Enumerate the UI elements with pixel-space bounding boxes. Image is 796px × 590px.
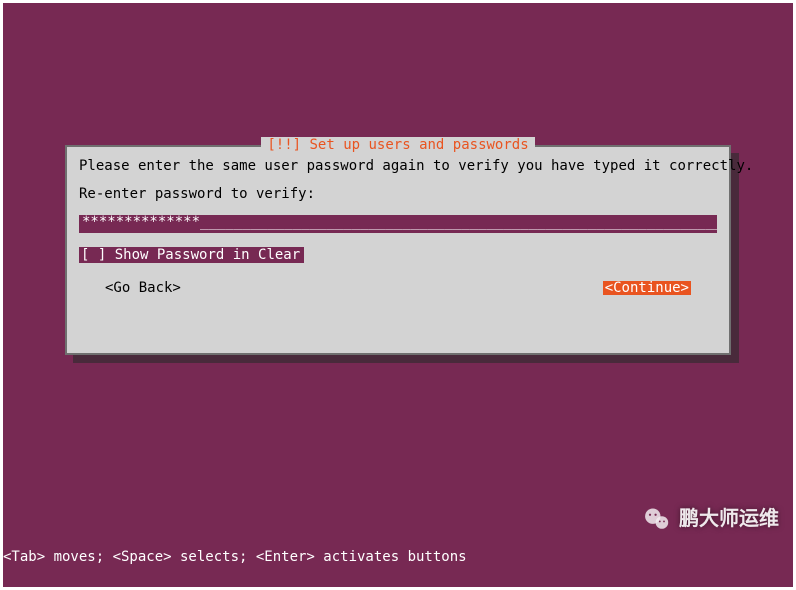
password-dialog: [!!] Set up users and passwords Please e… <box>65 145 731 355</box>
button-row: <Go Back> <Continue> <box>79 281 717 295</box>
show-password-checkbox[interactable]: [ ] Show Password in Clear <box>79 247 304 263</box>
wechat-icon <box>643 505 671 533</box>
password-underline: ________________________________________… <box>200 215 717 230</box>
dialog-body: Please enter the same user password agai… <box>67 147 729 295</box>
continue-button[interactable]: <Continue> <box>603 281 691 295</box>
instruction-text: Please enter the same user password agai… <box>79 159 717 173</box>
watermark-text: 鹏大师运维 <box>679 509 779 529</box>
password-input[interactable]: **************__________________________… <box>79 215 717 233</box>
watermark: 鹏大师运维 <box>643 505 779 533</box>
checkbox-state: [ ] <box>81 247 106 263</box>
checkbox-label: Show Password in Clear <box>115 247 300 263</box>
password-masked-value: ************** <box>79 215 200 230</box>
status-bar: <Tab> moves; <Space> selects; <Enter> ac… <box>3 550 467 564</box>
dialog-title: [!!] Set up users and passwords <box>261 137 534 153</box>
go-back-button[interactable]: <Go Back> <box>105 281 181 295</box>
dialog-title-bar: [!!] Set up users and passwords <box>67 138 729 152</box>
dialog-container: [!!] Set up users and passwords Please e… <box>65 145 731 355</box>
field-label: Re-enter password to verify: <box>79 187 717 201</box>
installer-screen: [!!] Set up users and passwords Please e… <box>0 0 796 590</box>
